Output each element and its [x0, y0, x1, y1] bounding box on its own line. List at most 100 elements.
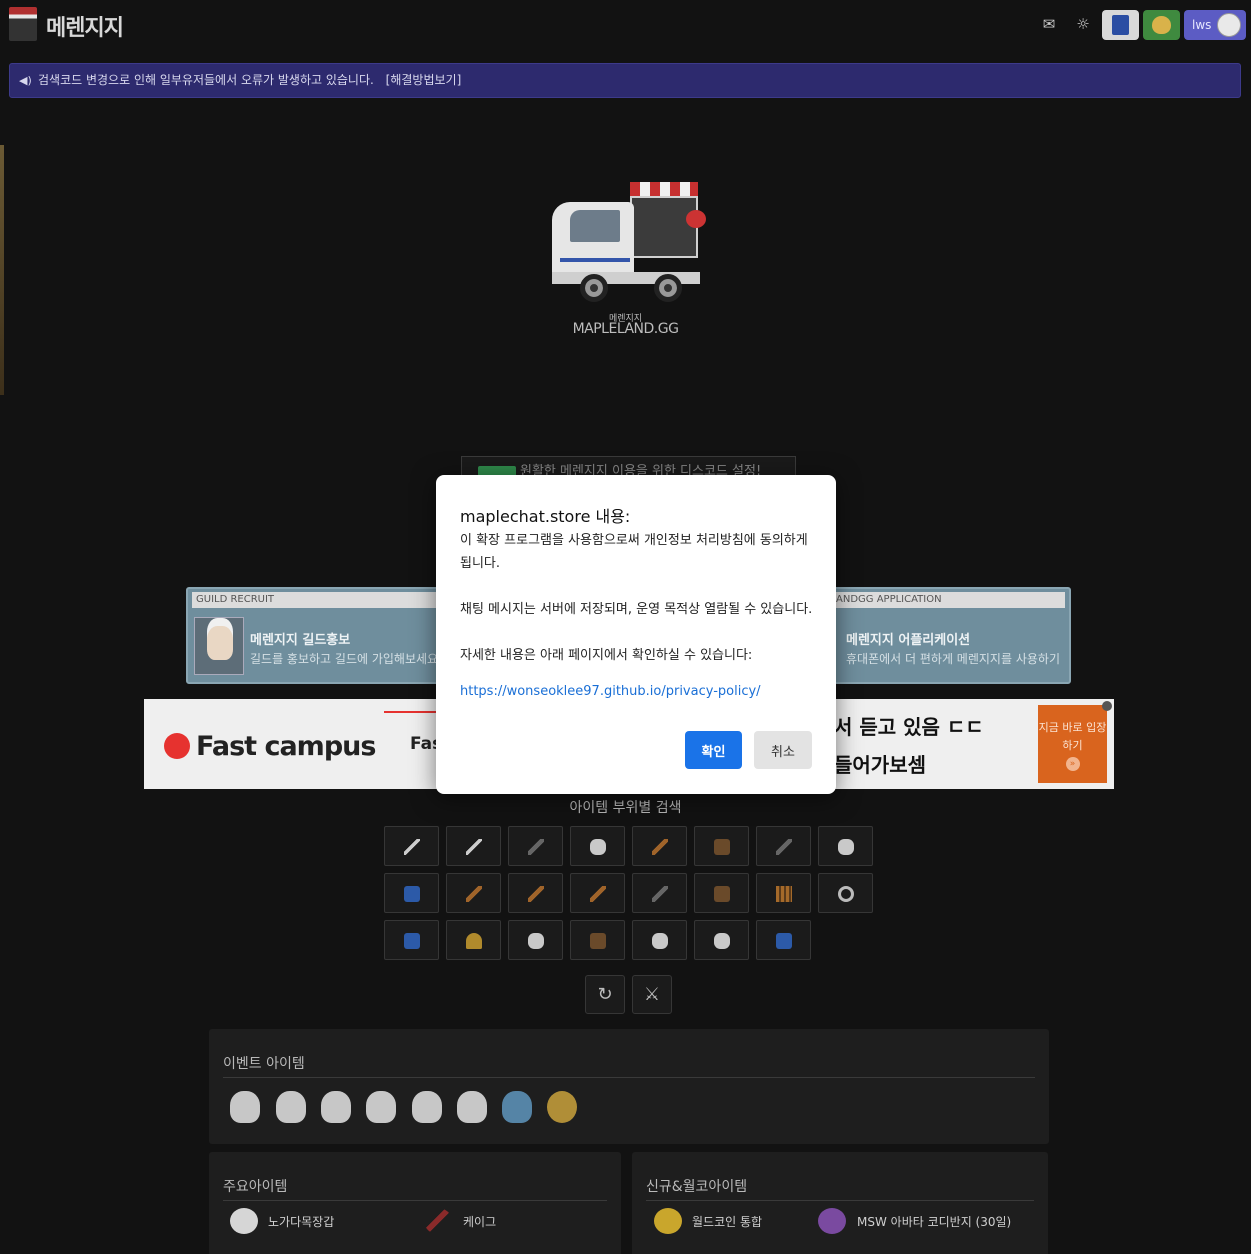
- notice-solution-link[interactable]: [해결방법보기]: [386, 73, 462, 87]
- category-button[interactable]: [446, 920, 501, 960]
- coin-icon[interactable]: [654, 1208, 682, 1234]
- category-button[interactable]: [632, 920, 687, 960]
- cape-icon: [652, 933, 668, 949]
- category-button[interactable]: [508, 826, 563, 866]
- side-banner-strip[interactable]: [0, 145, 4, 395]
- ad-logo-secondary: Fast: [384, 711, 450, 777]
- info-icon[interactable]: [1102, 701, 1112, 711]
- dragon-icon[interactable]: [321, 1091, 351, 1123]
- item-search-label: 아이템 부위별 검색: [569, 800, 682, 816]
- category-button[interactable]: [694, 873, 749, 913]
- ghost-icon[interactable]: [230, 1091, 260, 1123]
- avatar: [1217, 13, 1241, 37]
- crossbow-icon: [404, 886, 420, 902]
- category-button[interactable]: [384, 920, 439, 960]
- category-button[interactable]: [446, 873, 501, 913]
- category-button[interactable]: [694, 826, 749, 866]
- category-button[interactable]: [818, 873, 873, 913]
- bottom-icon: [776, 933, 792, 949]
- wave-icon[interactable]: [502, 1091, 532, 1123]
- wand-icon: [714, 839, 730, 855]
- card-caption: GUILD RECRUIT: [192, 592, 436, 608]
- dialog-message: 이 확장 프로그램을 사용함으로써 개인정보 처리방침에 동의하게 됩니다. 채…: [460, 533, 813, 663]
- user-menu-button[interactable]: lws: [1184, 10, 1246, 40]
- compass-icon[interactable]: [547, 1091, 577, 1123]
- ring-icon[interactable]: [818, 1208, 846, 1234]
- guild-portrait-icon: [194, 617, 244, 675]
- ad-subheadline: 들어가보셈: [834, 753, 926, 777]
- category-button[interactable]: [570, 920, 625, 960]
- spirit-icon[interactable]: [366, 1091, 396, 1123]
- spear-icon: [652, 839, 668, 855]
- category-button[interactable]: [756, 873, 811, 913]
- ad-cta-button[interactable]: 지금 바로 입장하기 »: [1038, 705, 1107, 783]
- dagger-icon: [776, 839, 792, 855]
- alert-dialog: maplechat.store 내용: 이 확장 프로그램을 사용함으로써 개인…: [436, 475, 836, 794]
- category-button[interactable]: [756, 920, 811, 960]
- top-icon: [714, 933, 730, 949]
- panel-title: 이벤트 아이템: [223, 1056, 305, 1072]
- knuckle-icon: [652, 886, 668, 902]
- item-link[interactable]: MSW 아바타 코디반지 (30일): [857, 1213, 1011, 1230]
- one-handed-axe-icon: [466, 839, 482, 855]
- card-desc: 휴대폰에서 더 편하게 메렌지지를 사용하기: [846, 652, 1060, 666]
- item-link[interactable]: 케이그: [463, 1213, 496, 1230]
- mail-icon[interactable]: ✉: [1040, 15, 1058, 33]
- guild-recruit-card[interactable]: GUILD RECRUIT 메렌지지 길드홍보 길드를 홍보하고 길드에 가입해…: [186, 587, 442, 684]
- ad-headline: 서 듣고 있음 ㄷㄷ: [834, 715, 984, 739]
- category-button[interactable]: [508, 920, 563, 960]
- bird-icon[interactable]: [412, 1091, 442, 1123]
- price-chart-button[interactable]: ↻: [585, 975, 625, 1014]
- lion-icon[interactable]: [457, 1091, 487, 1123]
- brand-name: MAPLELAND.GG: [572, 321, 679, 337]
- two-handed-axe-icon: [590, 839, 606, 855]
- card-desc: 길드를 홍보하고 길드에 가입해보세요: [250, 652, 439, 666]
- category-button[interactable]: [384, 826, 439, 866]
- site-logo-text[interactable]: 메렌지지: [46, 10, 124, 42]
- overall-icon: [404, 933, 420, 949]
- ad-logo: Fast campus: [164, 731, 376, 762]
- category-button[interactable]: [570, 873, 625, 913]
- one-handed-blunt-icon: [528, 839, 544, 855]
- category-button[interactable]: [632, 826, 687, 866]
- top-header: 메렌지지 ✉ ☼ lws: [0, 0, 1251, 50]
- price-chart-icon: ↻: [597, 984, 613, 1005]
- staff-icon: [528, 886, 544, 902]
- chevron-right-icon: »: [1065, 757, 1080, 771]
- sword-button[interactable]: ⚔: [632, 975, 672, 1014]
- category-button[interactable]: [570, 826, 625, 866]
- item-link[interactable]: 월드코인 통합: [692, 1213, 762, 1230]
- sun-icon[interactable]: ☼: [1074, 15, 1092, 33]
- category-button[interactable]: [384, 873, 439, 913]
- category-button[interactable]: [756, 826, 811, 866]
- bow-icon: [466, 886, 482, 902]
- money-bag-button[interactable]: [1143, 10, 1180, 40]
- category-button[interactable]: [694, 920, 749, 960]
- category-button[interactable]: [508, 873, 563, 913]
- category-button[interactable]: [446, 826, 501, 866]
- item-link[interactable]: 노가다목장갑: [268, 1213, 334, 1230]
- main-items-panel: 주요아이템: [209, 1152, 621, 1254]
- username-label: lws: [1192, 18, 1212, 32]
- app-card[interactable]: ANDGG APPLICATION 메렌지지 어플리케이션 휴대폰에서 더 편하…: [826, 587, 1071, 684]
- category-button[interactable]: [632, 873, 687, 913]
- ok-button[interactable]: 확인: [685, 731, 742, 769]
- panel-title: 주요아이템: [223, 1179, 288, 1195]
- card-title: 메렌지지 길드홍보: [250, 633, 351, 648]
- speaker-icon: ◀): [19, 74, 32, 87]
- notice-text: 검색코드 변경으로 인해 일부유저들에서 오류가 발생하고 있습니다.: [38, 73, 374, 87]
- glove-icon[interactable]: [230, 1208, 258, 1234]
- site-logo-icon[interactable]: [9, 7, 37, 41]
- cancel-button[interactable]: 취소: [754, 731, 812, 769]
- sword-icon: ⚔: [643, 984, 661, 1005]
- gun-icon: [714, 886, 730, 902]
- book-button[interactable]: [1102, 10, 1139, 40]
- cloud-icon[interactable]: [276, 1091, 306, 1123]
- privacy-policy-link[interactable]: https://wonseoklee97.github.io/privacy-p…: [460, 684, 761, 699]
- shoes-icon: [590, 933, 606, 949]
- dialog-title: maplechat.store 내용:: [460, 507, 631, 526]
- category-button[interactable]: [818, 826, 873, 866]
- card-title: 메렌지지 어플리케이션: [846, 633, 971, 648]
- event-items-panel: 이벤트 아이템: [209, 1029, 1049, 1144]
- cane-icon[interactable]: [424, 1208, 452, 1234]
